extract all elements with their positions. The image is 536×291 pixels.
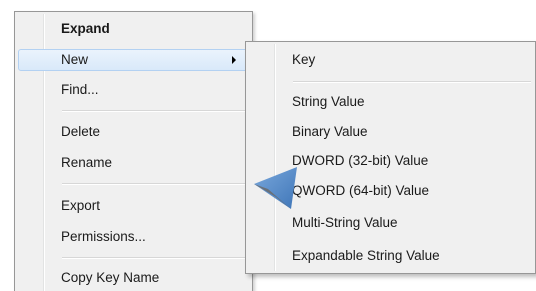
menu-item-label: Find...: [61, 82, 99, 97]
menu-item-label: Rename: [61, 155, 113, 170]
chevron-right-icon: [232, 56, 236, 64]
menu-separator: [293, 81, 531, 83]
menu-item-delete[interactable]: Delete: [18, 121, 249, 143]
context-menu: Expand New Find... Delete Rename Export …: [14, 11, 253, 291]
menu-item-label: String Value: [292, 94, 365, 109]
menu-item-label: Export: [61, 198, 101, 213]
menu-item-label: Key: [292, 52, 316, 67]
menu-item-find[interactable]: Find...: [18, 79, 249, 101]
menu-item-label: Expandable String Value: [292, 248, 440, 263]
menu-item-expand[interactable]: Expand: [18, 18, 249, 40]
new-submenu: Key String Value Binary Value DWORD (32-…: [245, 41, 536, 274]
menu-item-label: Permissions...: [61, 229, 146, 244]
menu-separator: [62, 110, 249, 112]
menu-separator: [62, 257, 249, 259]
menu-item-label: DWORD (32-bit) Value: [292, 153, 429, 168]
menu-item-label: Copy Key Name: [61, 270, 160, 285]
menu-item-label: New: [61, 52, 89, 67]
submenu-item-string-value[interactable]: String Value: [249, 91, 532, 113]
menu-item-label: Expand: [61, 21, 110, 36]
menu-item-permissions[interactable]: Permissions...: [18, 226, 249, 248]
menu-item-export[interactable]: Export: [18, 195, 249, 217]
menu-item-label: Binary Value: [292, 124, 368, 139]
menu-item-label: QWORD (64-bit) Value: [292, 183, 430, 198]
submenu-item-expandable-string-value[interactable]: Expandable String Value: [249, 245, 532, 267]
submenu-item-binary-value[interactable]: Binary Value: [249, 121, 532, 143]
menu-item-label: Delete: [61, 124, 101, 139]
menu-item-rename[interactable]: Rename: [18, 152, 249, 174]
arrow-pointer-icon: [254, 167, 297, 209]
submenu-item-multi-string-value[interactable]: Multi-String Value: [249, 212, 532, 234]
menu-item-copy-key-name[interactable]: Copy Key Name: [18, 267, 249, 289]
menu-item-new[interactable]: New: [18, 49, 249, 71]
screenshot-stage: Expand New Find... Delete Rename Export …: [0, 0, 536, 291]
menu-item-label: Multi-String Value: [292, 215, 398, 230]
submenu-item-key[interactable]: Key: [249, 49, 532, 71]
menu-separator: [62, 183, 249, 185]
